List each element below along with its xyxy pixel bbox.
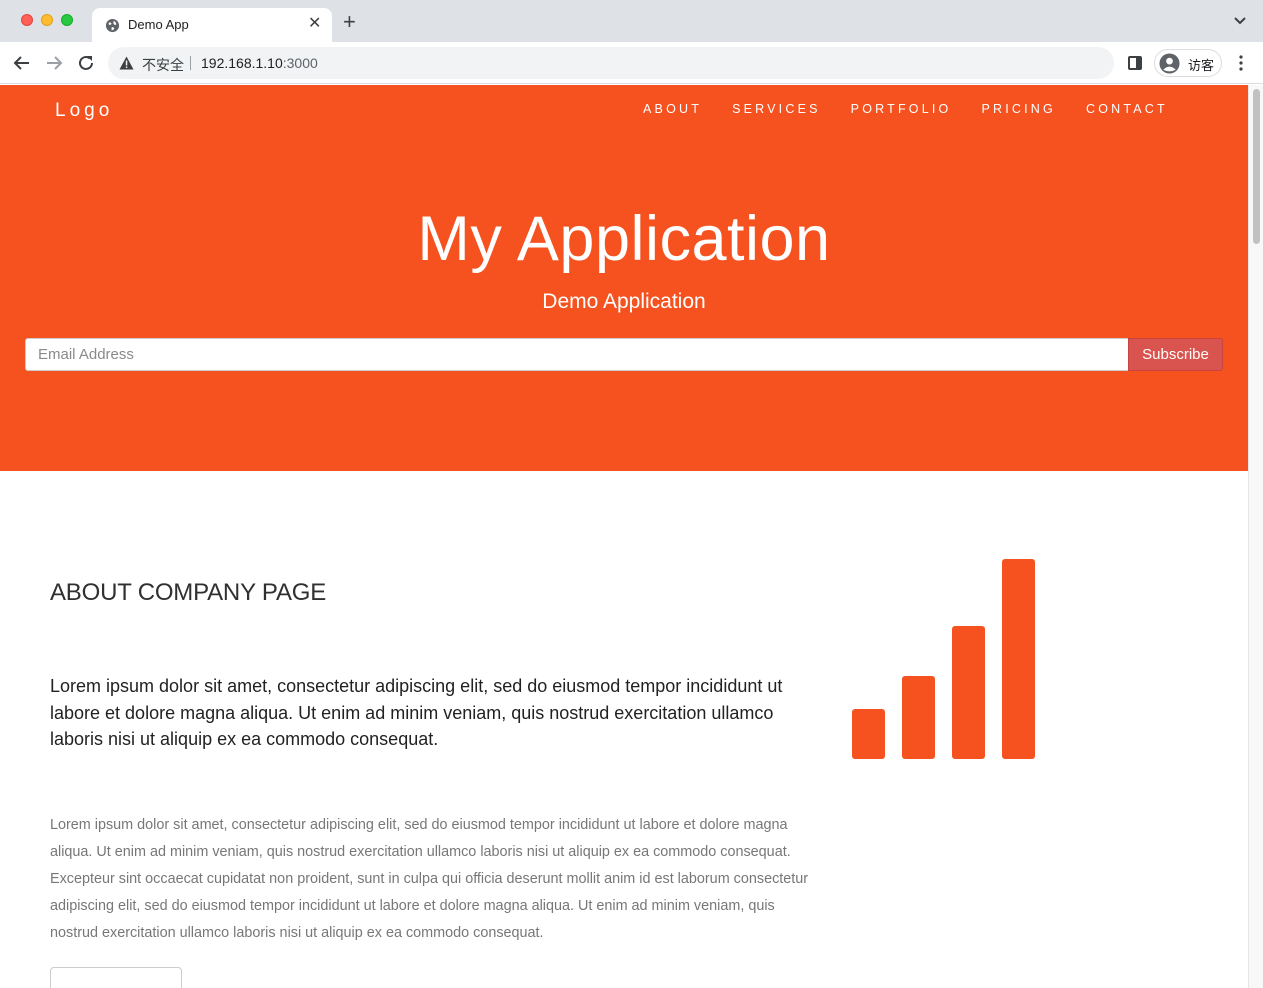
hero-subtitle: Demo Application [542,290,706,313]
main-nav: ABOUT SERVICES PORTFOLIO PRICING CONTACT [643,102,1198,116]
url-port: :3000 [282,55,318,71]
subscribe-button[interactable]: Subscribe [1128,338,1223,371]
site-logo[interactable]: Logo [55,100,113,122]
nav-link-portfolio[interactable]: PORTFOLIO [851,102,952,116]
tab-search-chevron-icon[interactable] [1233,14,1247,28]
side-panel-icon[interactable] [1128,56,1142,70]
forward-arrow-icon[interactable] [45,54,63,72]
url-text[interactable]: 192.168.1.10:3000 [201,55,318,71]
nav-link-services[interactable]: SERVICES [732,102,821,116]
browser-toolbar: 不安全 192.168.1.10:3000 访客 [0,42,1263,84]
more-menu-icon[interactable] [1239,55,1243,71]
browser-tab[interactable]: Demo App ✕ [92,8,332,42]
address-bar[interactable]: 不安全 192.168.1.10:3000 [108,47,1114,79]
back-arrow-icon[interactable] [13,54,31,72]
page-viewport: Logo ABOUT SERVICES PORTFOLIO PRICING CO… [0,85,1263,988]
hero-section: Logo ABOUT SERVICES PORTFOLIO PRICING CO… [0,85,1248,471]
guest-avatar-icon [1159,53,1180,74]
nav-link-about[interactable]: ABOUT [643,102,702,116]
about-body-paragraph: Lorem ipsum dolor sit amet, consectetur … [50,817,809,941]
globe-icon [105,18,120,33]
email-input[interactable] [25,338,1129,371]
profile-label: 访客 [1188,59,1215,74]
new-tab-button[interactable]: + [343,11,356,33]
nav-link-pricing[interactable]: PRICING [981,102,1056,116]
security-status[interactable]: 不安全 [142,55,184,75]
profile-button[interactable]: 访客 [1154,49,1222,77]
minimize-window-button[interactable] [41,14,53,26]
zoom-window-button[interactable] [61,14,73,26]
signal-bars-icon [852,559,1035,759]
url-host: 192.168.1.10 [201,55,283,71]
about-lead-paragraph: Lorem ipsum dolor sit amet, consectetur … [50,676,783,749]
reload-icon[interactable] [77,54,95,72]
about-heading: ABOUT COMPANY PAGE [50,579,327,606]
tab-close-icon[interactable]: ✕ [308,16,321,32]
browser-tab-bar: Demo App ✕ + [0,0,1263,42]
scrollbar-thumb[interactable] [1253,89,1260,244]
close-window-button[interactable] [21,14,33,26]
hero-title: My Application [417,204,831,274]
address-divider [190,56,191,70]
page-scrollbar[interactable] [1248,85,1263,988]
about-section: ABOUT COMPANY PAGE Lorem ipsum dolor sit… [0,471,1248,988]
warning-triangle-icon[interactable] [119,56,134,70]
tab-title: Demo App [128,17,189,32]
nav-link-contact[interactable]: CONTACT [1086,102,1168,116]
about-action-button[interactable] [50,967,182,988]
